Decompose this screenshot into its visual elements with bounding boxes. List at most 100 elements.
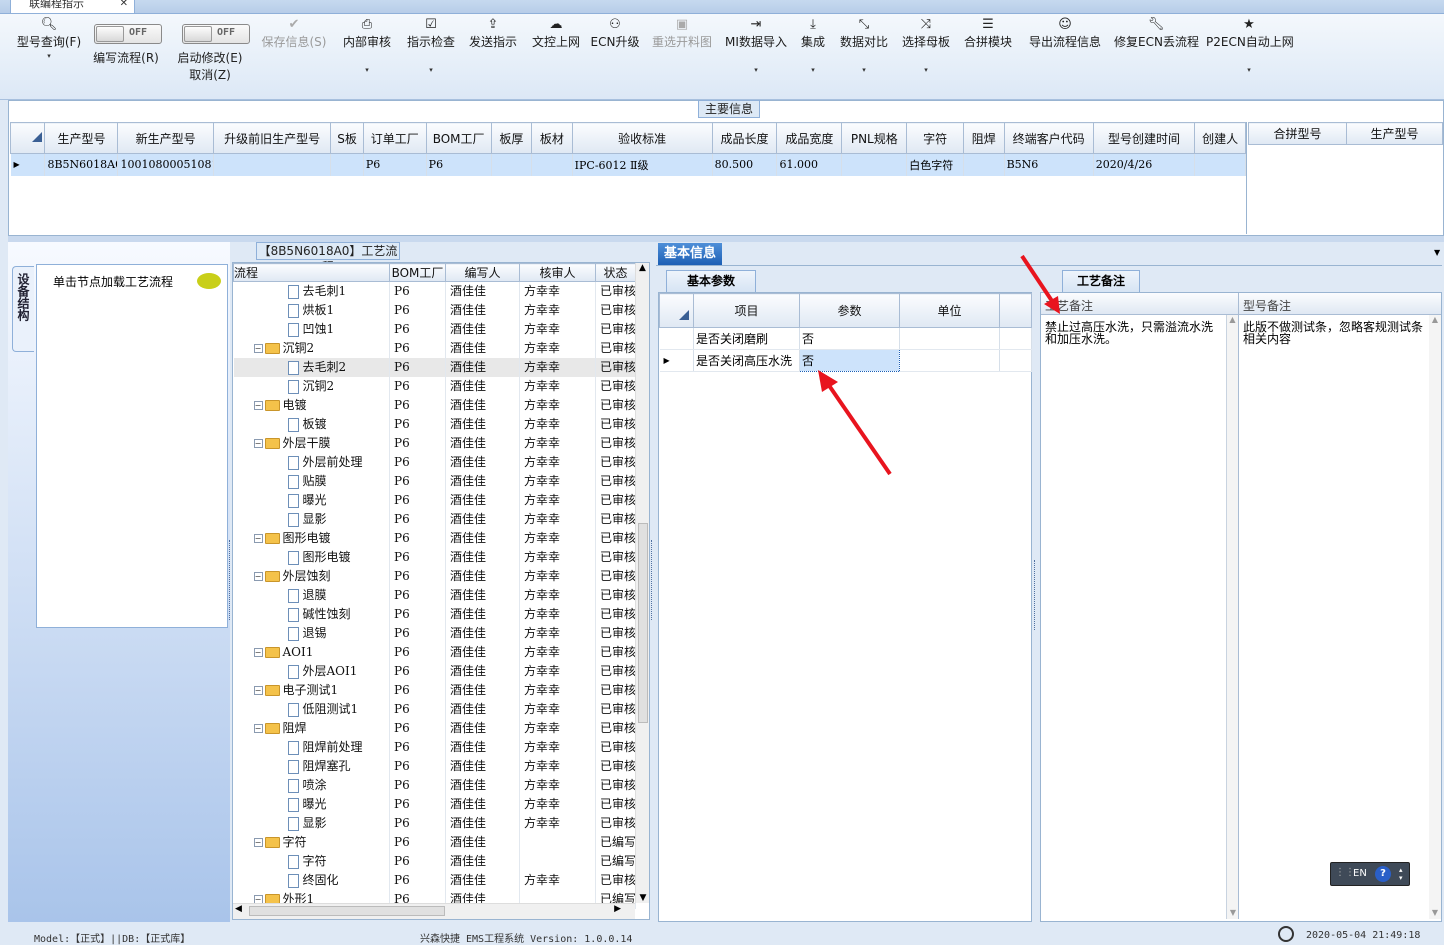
main-cell[interactable]: P6 <box>426 153 492 176</box>
ecn-upgrade-button[interactable]: ⚇ ECN升级 <box>590 14 640 50</box>
main-col-header[interactable]: 升级前旧生产型号 <box>212 122 332 154</box>
main-col-header[interactable]: 订单工厂 <box>362 122 427 154</box>
flow-row[interactable]: 去毛刺2 P6 酒佳佳 方幸幸 已审核 <box>233 358 636 377</box>
cancel-button[interactable]: 取消(Z) <box>172 67 248 83</box>
flow-row[interactable]: − AOI1 P6 酒佳佳 方幸幸 已审核 <box>233 643 636 662</box>
main-col-header[interactable]: 终端客户代码 <box>1003 122 1094 154</box>
chevron-down-icon[interactable]: ▾ <box>14 50 84 62</box>
main-col-header[interactable]: 创建人 <box>1194 122 1246 154</box>
ime-lang[interactable]: EN <box>1353 868 1367 879</box>
main-cell[interactable]: B5N6 <box>1004 153 1094 176</box>
main-cell[interactable]: 80.500 <box>712 153 778 176</box>
flow-row[interactable]: 阻焊前处理 P6 酒佳佳 方幸幸 已审核 <box>233 738 636 757</box>
chevron-down-icon[interactable]: ▾ <box>340 64 394 76</box>
flow-row[interactable]: − 字符 P6 酒佳佳 已编写 <box>233 833 636 852</box>
table-row[interactable]: ▶ 8B5N6018A0 10010800051081 P6 P6 IPC-6012 Ⅱ级… <box>10 153 1246 176</box>
main-col-header[interactable]: 成品宽度 <box>776 122 843 154</box>
main-cell[interactable]: IPC-6012 Ⅱ级 <box>572 153 713 176</box>
main-col-header[interactable]: 验收标准 <box>571 122 713 154</box>
main-cell[interactable]: 2020/4/26 <box>1093 153 1196 176</box>
flow-row[interactable]: 贴膜 P6 酒佳佳 方幸幸 已审核 <box>233 472 636 491</box>
main-col-header[interactable]: BOM工厂 <box>425 122 492 154</box>
ime-toolbar[interactable]: ⋮⋮ EN ? ▴ ▾ <box>1330 862 1410 886</box>
main-cell[interactable] <box>213 153 332 176</box>
param-col-header[interactable]: 参数 <box>799 293 900 328</box>
flow-col-header[interactable]: BOM工厂 <box>389 263 446 282</box>
flow-row[interactable]: 沉铜2 P6 酒佳佳 方幸幸 已审核 <box>233 377 636 396</box>
flow-row[interactable]: 低阻测试1 P6 酒佳佳 方幸幸 已审核 <box>233 700 636 719</box>
flow-row[interactable]: 图形电镀 P6 酒佳佳 方幸幸 已审核 <box>233 548 636 567</box>
hscroll-thumb[interactable] <box>249 906 445 916</box>
horizontal-scrollbar[interactable]: ◀ ▶ <box>233 903 635 919</box>
flow-row[interactable]: 曝光 P6 酒佳佳 方幸幸 已审核 <box>233 491 636 510</box>
chevron-down-icon[interactable]: ▾ <box>724 64 788 76</box>
main-col-header[interactable]: 型号创建时间 <box>1092 122 1196 154</box>
flow-row[interactable]: 退锡 P6 酒佳佳 方幸幸 已审核 <box>233 624 636 643</box>
chevron-down-icon[interactable]: ▾ <box>404 64 458 76</box>
flow-row[interactable]: − 沉铜2 P6 酒佳佳 方幸幸 已审核 <box>233 339 636 358</box>
tab-basic-params[interactable]: 基本参数 <box>666 270 756 292</box>
flow-row[interactable]: 显影 P6 酒佳佳 方幸幸 已审核 <box>233 510 636 529</box>
main-col-header[interactable]: 生产型号 <box>44 122 119 154</box>
param-row[interactable]: 是否关闭磨刷否 <box>659 327 1032 350</box>
tab-basic-info[interactable]: 基本信息 <box>658 243 722 265</box>
note-scrollbar[interactable]: ▲ ▼ <box>1227 315 1239 919</box>
model-note-text[interactable]: 此版不做测试条，忽略客规测试条 相关内容 <box>1239 315 1429 919</box>
vertical-scrollbar[interactable]: ▲ ▼ <box>635 263 649 903</box>
export-flow-button[interactable]: ☺ 导出流程信息 <box>1026 14 1104 50</box>
flow-row[interactable]: 字符 P6 酒佳佳 已编写 <box>233 852 636 871</box>
main-cell[interactable] <box>963 153 1005 176</box>
main-cell[interactable] <box>841 153 908 176</box>
p2ecn-auto-button[interactable]: ★ P2ECN自动上网 ▾ <box>1206 14 1294 76</box>
fix-ecn-button[interactable]: 🔧︎ 修复ECN丢流程 <box>1114 14 1199 50</box>
flow-row[interactable]: 去毛刺1 P6 酒佳佳 方幸幸 已审核 <box>233 281 636 301</box>
flow-row[interactable]: − 外层干膜 P6 酒佳佳 方幸幸 已审核 <box>233 434 636 453</box>
main-cell[interactable] <box>1194 153 1246 176</box>
collapse-icon[interactable]: − <box>253 439 263 448</box>
collapse-icon[interactable]: − <box>253 724 263 733</box>
indicator-check-button[interactable]: ☑ 指示检查 ▾ <box>404 14 458 76</box>
integrate-button[interactable]: ⤓ 集成 ▾ <box>796 14 830 76</box>
main-col-header[interactable]: 字符 <box>906 122 965 154</box>
save-info-button[interactable]: ✔ 保存信息(S) <box>258 14 330 50</box>
chevron-down-icon[interactable]: ▴ ▾ <box>1399 866 1403 882</box>
main-col-header[interactable]: PNL规格 <box>841 122 908 154</box>
main-col-header[interactable]: 成品长度 <box>711 122 778 154</box>
main-cell[interactable] <box>531 153 573 176</box>
reselect-material-button[interactable]: ▣ 重选开料图 <box>650 14 714 50</box>
main-cell[interactable]: 61.000 <box>776 153 843 176</box>
collapse-icon[interactable]: − <box>253 686 263 695</box>
main-cell[interactable]: 10010800051081 <box>117 153 214 176</box>
process-note-text[interactable]: 禁止过高压水洗，只需溢流水洗 和加压水洗。 <box>1041 315 1227 919</box>
flow-row[interactable]: 碱性蚀刻 P6 酒佳佳 方幸幸 已审核 <box>233 605 636 624</box>
select-mother-button[interactable]: ⤨ 选择母板 ▾ <box>900 14 952 76</box>
data-compare-button[interactable]: ⤡ 数据对比 ▾ <box>838 14 890 76</box>
param-value-cell[interactable]: 否 <box>799 327 900 350</box>
model-query-button[interactable]: 🔍︎ 型号查询(F) ▾ <box>14 14 84 62</box>
nav-tree-box[interactable]: 单击节点加载工艺流程 <box>36 264 228 628</box>
mi-import-button[interactable]: ⇥ MI数据导入 ▾ <box>724 14 788 76</box>
merge-module-button[interactable]: ☰ 合拼模块 <box>962 14 1014 50</box>
flow-row[interactable]: 退膜 P6 酒佳佳 方幸幸 已审核 <box>233 586 636 605</box>
flow-row[interactable]: − 阻焊 P6 酒佳佳 方幸幸 已审核 <box>233 719 636 738</box>
main-cell[interactable] <box>491 153 533 176</box>
flow-col-header[interactable]: 状态 <box>595 263 636 282</box>
chevron-down-icon[interactable]: ▾ <box>796 64 830 76</box>
chevron-down-icon[interactable]: ▾ <box>838 64 890 76</box>
collapse-icon[interactable]: − <box>253 648 263 657</box>
param-unit-cell[interactable] <box>899 327 1000 350</box>
chevron-down-icon[interactable]: ▼ <box>1434 248 1440 257</box>
doc-control-upload-button[interactable]: ☁ 文控上网 <box>529 14 583 50</box>
param-unit-cell[interactable] <box>899 349 1000 372</box>
merge-col-header[interactable]: 合拼型号 <box>1248 122 1347 145</box>
scroll-thumb[interactable] <box>638 523 648 723</box>
main-col-header[interactable]: 板材 <box>531 122 573 154</box>
flow-row[interactable]: − 外层蚀刻 P6 酒佳佳 方幸幸 已审核 <box>233 567 636 586</box>
document-tab[interactable]: 联编程指示 ✕ <box>10 0 135 14</box>
flow-row[interactable]: 显影 P6 酒佳佳 方幸幸 已审核 <box>233 814 636 833</box>
internal-review-button[interactable]: ⎙ 内部审核 ▾ <box>340 14 394 76</box>
collapse-icon[interactable]: − <box>253 838 263 847</box>
edit-flow-toggle[interactable]: OFF <box>94 24 162 44</box>
flow-row[interactable]: − 图形电镀 P6 酒佳佳 方幸幸 已审核 <box>233 529 636 548</box>
help-icon[interactable]: ? <box>1375 866 1391 882</box>
